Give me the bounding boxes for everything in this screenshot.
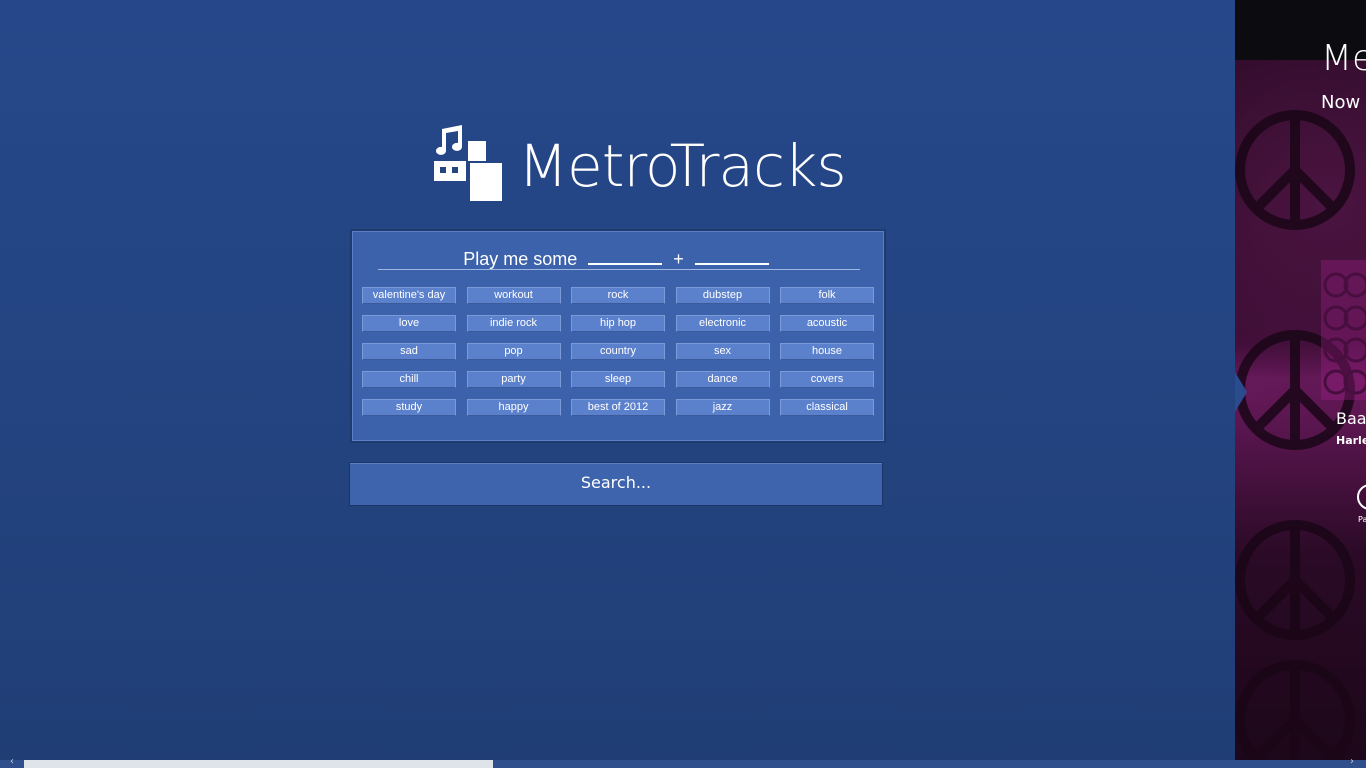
track-artist: Harle <box>1336 434 1366 447</box>
app-logo: MetroTracks <box>432 125 847 205</box>
tag-button[interactable]: best of 2012 <box>571 399 665 416</box>
main-view: MetroTracks Play me some + valentine's d… <box>0 0 1235 768</box>
tag-button[interactable]: acoustic <box>780 315 874 332</box>
now-playing-side-panel <box>1235 0 1366 768</box>
genre-picker-panel: Play me some + valentine's day workout r… <box>350 229 886 443</box>
tag-button[interactable]: sleep <box>571 371 665 388</box>
tag-button[interactable]: workout <box>466 287 561 304</box>
horizontal-scrollbar[interactable]: ‹ › <box>0 756 1366 768</box>
tag-button[interactable]: study <box>362 399 456 416</box>
tag-button[interactable]: jazz <box>675 399 770 416</box>
tag-button[interactable]: indie rock <box>466 315 561 332</box>
tag-button[interactable]: sad <box>362 343 456 360</box>
side-panel-title: Me <box>1321 38 1366 79</box>
genre-tag-grid: valentine's day workout rock dubstep fol… <box>362 287 874 416</box>
tag-button[interactable]: electronic <box>675 315 770 332</box>
scroll-right-icon[interactable]: › <box>1350 756 1354 768</box>
side-panel-arrow-icon <box>1235 372 1247 412</box>
prompt-label: Play me some <box>463 249 578 269</box>
search-button[interactable]: Search... <box>349 462 883 506</box>
tag-button[interactable]: pop <box>466 343 561 360</box>
second-genre-slot[interactable] <box>694 245 769 265</box>
tag-button[interactable]: folk <box>780 287 874 304</box>
music-tiles-logo-icon <box>434 125 502 201</box>
tag-button[interactable]: classical <box>780 399 874 416</box>
app-title: MetroTracks <box>518 132 847 200</box>
first-genre-slot[interactable] <box>588 245 663 265</box>
now-playing-label: Now <box>1321 92 1361 113</box>
tag-button[interactable]: dubstep <box>675 287 770 304</box>
play-pause-label: Pa <box>1358 515 1366 524</box>
tag-button[interactable]: country <box>571 343 665 360</box>
prompt-plus: + <box>673 249 684 269</box>
tag-button[interactable]: party <box>466 371 561 388</box>
tag-button[interactable]: dance <box>675 371 770 388</box>
tag-button[interactable]: valentine's day <box>362 287 456 304</box>
tag-button[interactable]: house <box>780 343 874 360</box>
tag-button[interactable]: rock <box>571 287 665 304</box>
track-title: Baa <box>1336 409 1366 428</box>
tag-button[interactable]: love <box>362 315 456 332</box>
tag-button[interactable]: happy <box>466 399 561 416</box>
tag-button[interactable]: hip hop <box>571 315 665 332</box>
prompt-row: Play me some + <box>378 245 860 270</box>
tag-button[interactable]: chill <box>362 371 456 388</box>
tag-button[interactable]: sex <box>675 343 770 360</box>
tag-button[interactable]: covers <box>780 371 874 388</box>
scrollbar-thumb[interactable] <box>24 760 493 768</box>
scroll-left-icon[interactable]: ‹ <box>10 756 14 768</box>
